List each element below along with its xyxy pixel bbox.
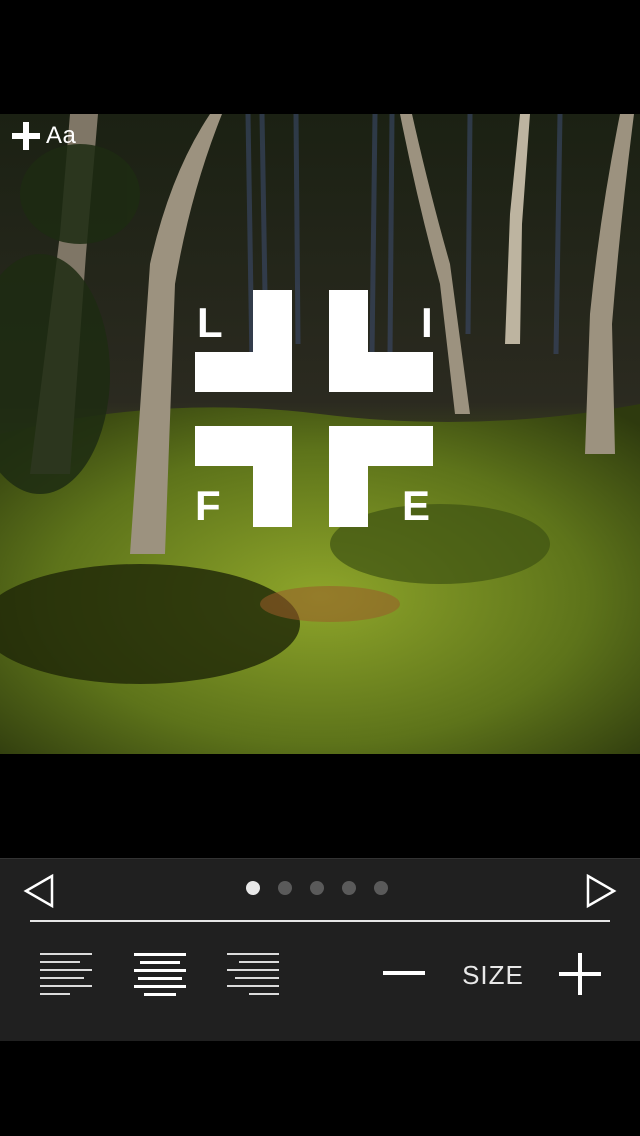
decrease-size-button[interactable] [383, 971, 425, 977]
logo-letter-f: F [195, 482, 221, 529]
page-dot[interactable] [246, 881, 260, 895]
logo-letter-l: L [197, 299, 223, 346]
logo-letter-i: I [421, 299, 433, 346]
page-dot[interactable] [342, 881, 356, 895]
photo-canvas[interactable]: L I F E [0, 114, 640, 754]
triangle-right-icon [586, 873, 617, 909]
increase-size-button[interactable] [559, 953, 601, 995]
plus-icon [12, 122, 40, 150]
size-label: SIZE [462, 960, 524, 990]
page-dot[interactable] [374, 881, 388, 895]
add-text-button[interactable]: Aa [12, 120, 76, 152]
logo-letter-e: E [402, 482, 430, 529]
triangle-left-icon [23, 873, 54, 909]
forest-photo: L I F E [0, 114, 640, 754]
style-toolbar: SIZE [0, 858, 640, 1041]
page-dot[interactable] [310, 881, 324, 895]
next-style-button[interactable] [582, 873, 618, 909]
add-text-label: Aa [46, 122, 77, 149]
previous-style-button[interactable] [22, 873, 58, 909]
align-left-button[interactable] [40, 951, 96, 995]
align-center-button[interactable] [134, 951, 190, 996]
align-right-button[interactable] [227, 951, 283, 995]
divider [30, 920, 610, 922]
page-dot[interactable] [278, 881, 292, 895]
page-indicator [246, 881, 388, 895]
